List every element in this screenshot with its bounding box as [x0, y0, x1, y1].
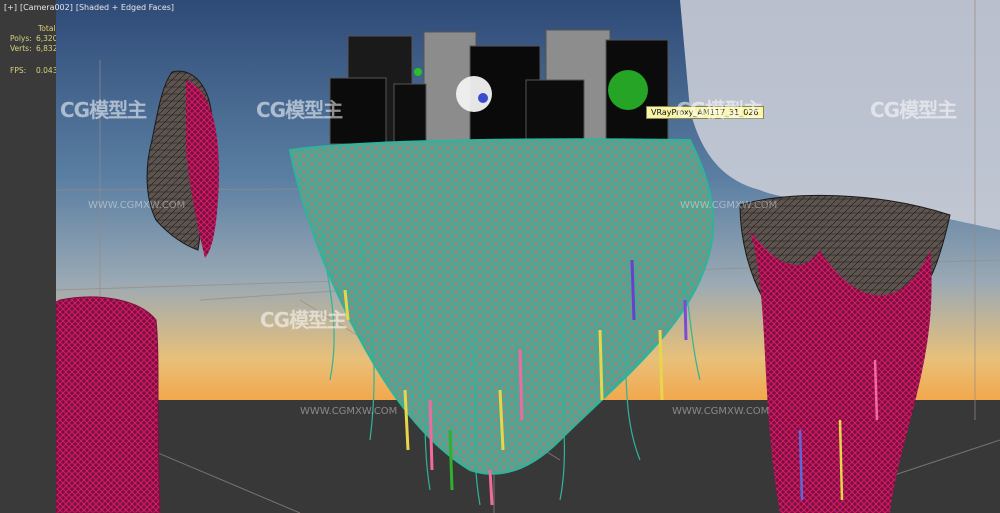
scene-render[interactable]: [56, 0, 1000, 513]
watermark-3: CG模型主: [676, 98, 763, 122]
stats-polys-label: Polys:: [10, 34, 32, 43]
floating-rock-bottom-left[interactable]: [56, 296, 161, 513]
stats-fps-value: 0.043: [36, 66, 58, 75]
stats-fps-label: FPS:: [10, 66, 27, 75]
viewport-shading-menu[interactable]: [Shaded + Edged Faces]: [76, 3, 174, 12]
stats-panel: Total Polys: 6,320,550 Verts: 6,832,352 …: [0, 0, 74, 513]
stats-total-label: Total: [38, 24, 56, 33]
viewport-camera-menu[interactable]: [Camera002]: [20, 3, 73, 12]
watermark-2: CG模型主: [256, 98, 343, 122]
stats-verts-label: Verts:: [10, 44, 32, 53]
watermark-4: CG模型主: [870, 98, 957, 122]
viewport-camera002[interactable]: Total Polys: 6,320,550 Verts: 6,832,352 …: [0, 0, 1000, 513]
watermark-small-2: WWW.CGMXW.COM: [680, 200, 778, 211]
watermark-small-1: WWW.CGMXW.COM: [88, 200, 186, 211]
green-tree: [608, 70, 648, 110]
watermark-small-3: WWW.CGMXW.COM: [300, 406, 398, 417]
white-tree: [456, 76, 492, 112]
viewport-plus-menu[interactable]: [+]: [4, 3, 17, 12]
viewport-menu[interactable]: [+] [Camera002] [Shaded + Edged Faces]: [4, 3, 174, 12]
pivot-marker: [478, 93, 488, 103]
watermark-1: CG模型主: [60, 98, 147, 122]
watermark-5: CG模型主: [260, 308, 347, 332]
green-dot: [414, 68, 422, 76]
watermark-small-4: WWW.CGMXW.COM: [672, 406, 770, 417]
